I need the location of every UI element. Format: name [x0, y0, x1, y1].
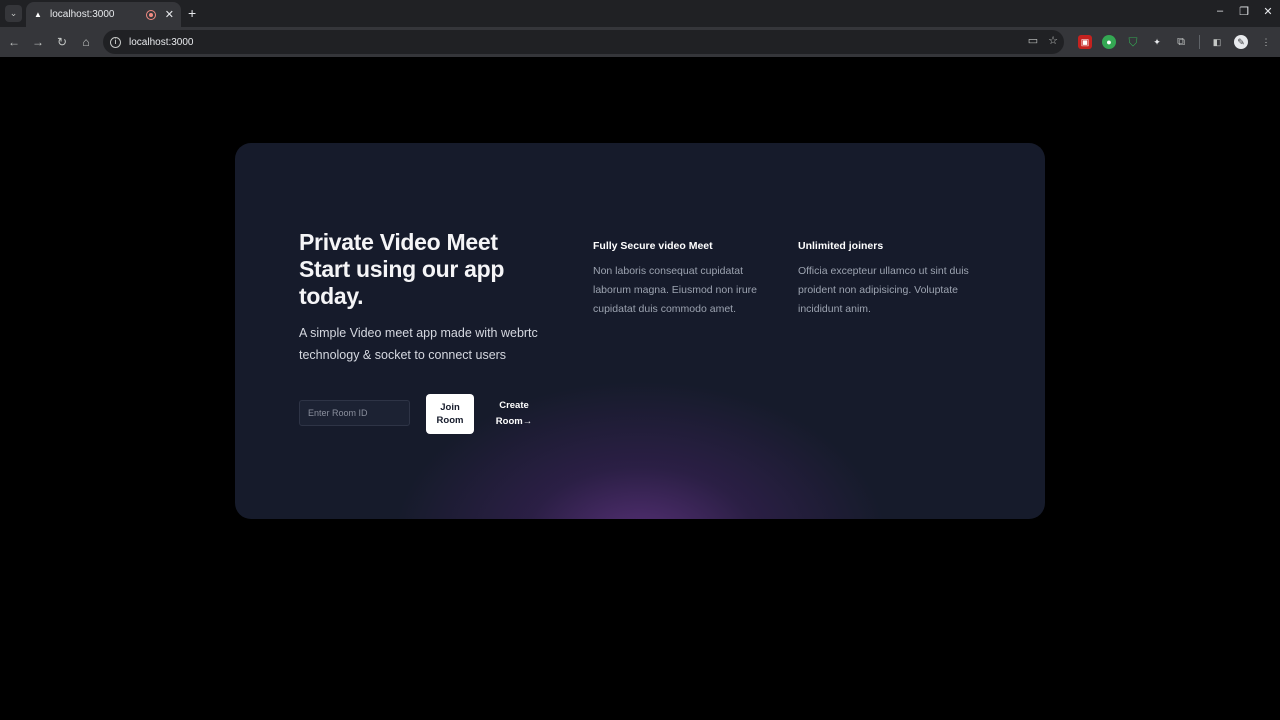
- feature-description: Non laboris consequat cupidatat laborum …: [593, 265, 758, 315]
- feature-description: Officia excepteur ullamco ut sint duis p…: [798, 265, 969, 315]
- hero-card: Private Video Meet Start using our app t…: [235, 143, 1045, 519]
- back-icon[interactable]: ←: [6, 34, 22, 50]
- favicon-icon: ▲: [34, 10, 42, 19]
- forward-icon[interactable]: →: [30, 34, 46, 50]
- restore-icon[interactable]: ❐: [1238, 5, 1250, 18]
- side-panel-icon[interactable]: ◧: [1210, 35, 1224, 49]
- feature-secure: Fully Secure video Meet Non laboris cons…: [593, 240, 783, 318]
- tab-search-chevron-icon[interactable]: ⌄: [5, 5, 22, 22]
- browser-tab-bar: ⌄ ▲ localhost:3000 ✕ + – ❐ ✕: [0, 0, 1280, 27]
- feature-title: Unlimited joiners: [798, 240, 884, 252]
- recording-indicator-icon: [145, 9, 156, 20]
- feature-title: Fully Secure video Meet: [593, 240, 713, 252]
- extensions-puzzle-icon[interactable]: ⧉: [1174, 35, 1188, 49]
- new-tab-button[interactable]: +: [188, 5, 196, 21]
- extension-green-icon[interactable]: ●: [1102, 35, 1116, 49]
- address-url[interactable]: localhost:3000: [129, 37, 194, 48]
- extension-shield-icon[interactable]: ⛉: [1126, 35, 1140, 49]
- close-window-icon[interactable]: ✕: [1262, 5, 1274, 18]
- feature-unlimited: Unlimited joiners Officia excepteur ulla…: [798, 240, 988, 318]
- toolbar-divider: [1199, 35, 1200, 49]
- close-tab-icon[interactable]: ✕: [165, 8, 174, 21]
- address-bar[interactable]: i localhost:3000 ▭ ☆: [103, 30, 1064, 54]
- browser-menu-icon[interactable]: ⋮: [1259, 35, 1273, 49]
- video-camera-icon[interactable]: ▭: [1028, 34, 1038, 47]
- room-id-input[interactable]: [299, 400, 410, 426]
- extension-red-icon[interactable]: ▣: [1078, 35, 1092, 49]
- minimize-icon[interactable]: –: [1214, 5, 1226, 18]
- home-icon[interactable]: ⌂: [78, 34, 94, 50]
- reload-icon[interactable]: ↻: [54, 34, 70, 50]
- tab-title: localhost:3000: [50, 9, 115, 20]
- window-controls: – ❐ ✕: [1214, 5, 1274, 18]
- hero-description: A simple Video meet app made with webrtc…: [299, 326, 538, 362]
- profile-avatar-icon[interactable]: ✎: [1234, 35, 1248, 49]
- browser-tab[interactable]: ▲ localhost:3000 ✕: [26, 2, 181, 27]
- join-room-button[interactable]: Join Room: [426, 394, 474, 434]
- create-room-button[interactable]: Create Room→: [495, 398, 533, 430]
- extension-dark-icon[interactable]: ✦: [1150, 35, 1164, 49]
- bookmark-star-icon[interactable]: ☆: [1048, 34, 1058, 47]
- hero-title: Private Video Meet Start using our app t…: [299, 229, 505, 309]
- site-info-icon[interactable]: i: [110, 36, 121, 48]
- page-viewport: Private Video Meet Start using our app t…: [0, 57, 1280, 720]
